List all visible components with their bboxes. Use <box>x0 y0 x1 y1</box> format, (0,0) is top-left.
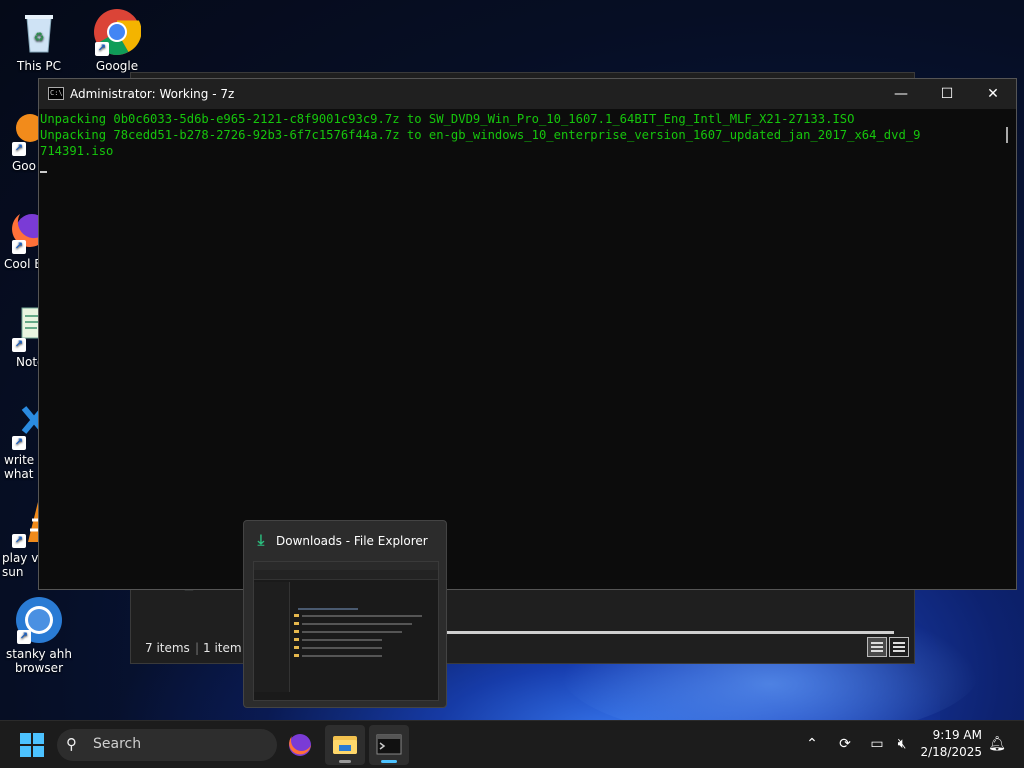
folder-icon <box>333 736 357 754</box>
preview-thumbnail[interactable] <box>253 561 439 701</box>
desktop-icon-label: Google <box>95 59 139 73</box>
taskbar-search-box[interactable]: ⚲ Search <box>57 729 277 761</box>
cmd-icon: C:\ <box>48 87 64 100</box>
recycle-bin-icon: ♻ <box>15 8 63 56</box>
running-indicator <box>339 760 351 763</box>
terminal-window[interactable]: C:\ Administrator: Working - 7z — ☐ ✕ Un… <box>38 78 1017 590</box>
taskbar-thumbnail-preview[interactable]: ⤓ Downloads - File Explorer <box>243 520 447 708</box>
chevron-up-icon[interactable]: ⌃ <box>800 735 824 753</box>
start-button[interactable] <box>20 733 44 757</box>
svg-text:♻: ♻ <box>34 30 45 44</box>
shortcut-arrow-icon: ↗ <box>12 240 26 254</box>
taskbar: ⚲ Search ⌃ ⟳ ▭ 🔇︎ 9:19 AM 2/18/2025 🔔︎ <box>0 720 1024 768</box>
browser-icon: ↗ <box>15 596 63 644</box>
desktop-icon-stanky-browser[interactable]: ↗ stanky ahh browser <box>0 596 78 675</box>
shortcut-arrow-icon: ↗ <box>12 436 26 450</box>
details-view-button[interactable] <box>867 637 887 657</box>
close-button[interactable]: ✕ <box>970 79 1016 109</box>
output-line: 714391.iso <box>40 144 114 158</box>
window-title: Administrator: Working - 7z <box>70 87 235 101</box>
firefox-icon <box>289 734 311 756</box>
chrome-icon: ↗ <box>93 8 142 56</box>
maximize-button[interactable]: ☐ <box>924 79 970 109</box>
notification-bell-icon[interactable]: 🔔︎ <box>985 735 1009 753</box>
tiles-view-button[interactable] <box>889 637 909 657</box>
shortcut-arrow-icon: ↗ <box>17 630 31 644</box>
item-count: 7 items <box>145 641 190 655</box>
windows-logo-icon <box>20 733 31 744</box>
display-icon[interactable]: ▭ <box>865 735 889 753</box>
terminal-output[interactable]: Unpacking 0b0c6033-5d6b-e965-2121-c8f900… <box>39 109 1016 177</box>
search-placeholder: Search <box>93 736 142 752</box>
minimize-button[interactable]: — <box>878 79 924 109</box>
preview-title: Downloads - File Explorer <box>276 534 428 548</box>
system-clock[interactable]: 9:19 AM 2/18/2025 <box>920 727 982 761</box>
volume-muted-icon[interactable]: 🔇︎ <box>890 735 914 753</box>
output-line: Unpacking 0b0c6033-5d6b-e965-2121-c8f900… <box>40 112 855 126</box>
active-indicator <box>381 760 397 763</box>
desktop-icon-label: stanky ahh browser <box>6 647 72 675</box>
taskbar-terminal[interactable] <box>369 725 409 765</box>
clock-date: 2/18/2025 <box>920 745 982 759</box>
desktop-icon-google-chrome[interactable]: ↗ Google <box>78 8 156 73</box>
taskbar-file-explorer[interactable] <box>325 725 365 765</box>
output-line: Unpacking 78cedd51-b278-2726-92b3-6f7c15… <box>40 128 921 142</box>
taskbar-firefox[interactable] <box>280 725 320 765</box>
text-cursor <box>40 171 47 173</box>
clock-time: 9:19 AM <box>932 728 982 742</box>
search-icon: ⚲ <box>66 735 77 753</box>
terminal-title-bar[interactable]: C:\ Administrator: Working - 7z — ☐ ✕ <box>39 79 1016 109</box>
shortcut-arrow-icon: ↗ <box>12 338 26 352</box>
shortcut-arrow-icon: ↗ <box>95 42 109 56</box>
shortcut-arrow-icon: ↗ <box>12 534 26 548</box>
shortcut-arrow-icon: ↗ <box>12 142 26 156</box>
scrollbar-thumb[interactable] <box>1006 127 1008 143</box>
download-icon: ⤓ <box>257 531 265 549</box>
desktop-icon-label: This PC <box>17 59 61 73</box>
desktop-icon-this-pc[interactable]: ♻ This PC <box>0 8 78 73</box>
terminal-icon <box>376 734 402 755</box>
sync-icon[interactable]: ⟳ <box>833 735 857 753</box>
